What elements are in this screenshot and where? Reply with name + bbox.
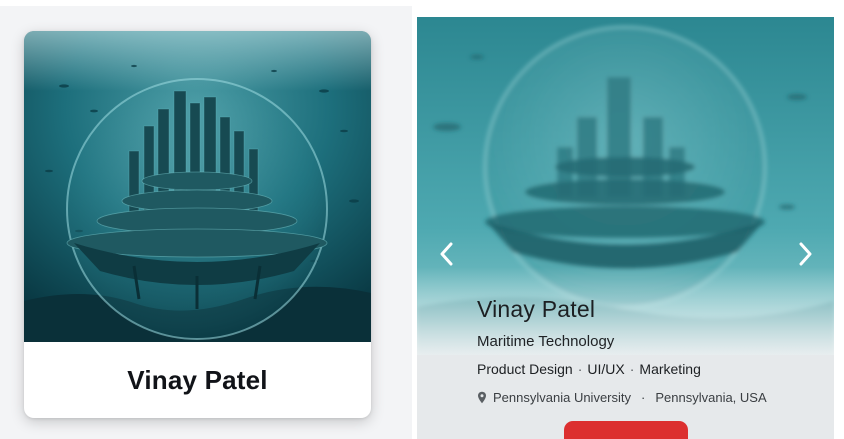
tag-ui-ux: UI/UX bbox=[587, 361, 625, 377]
profile-image bbox=[24, 31, 371, 342]
tag-separator: · bbox=[577, 361, 583, 377]
profile-location-row: Pennsylvania University · Pennsylvania, … bbox=[477, 390, 767, 405]
prev-arrow[interactable] bbox=[431, 237, 461, 271]
chevron-left-icon bbox=[440, 242, 453, 266]
location-separator: · bbox=[641, 390, 646, 405]
tag-product-design: Product Design bbox=[477, 361, 573, 377]
profile-hero: Vinay Patel Maritime Technology Product … bbox=[417, 17, 834, 439]
left-panel: Vinay Patel bbox=[0, 6, 412, 439]
profile-tags: Product Design · UI/UX · Marketing bbox=[477, 361, 701, 377]
chevron-right-icon bbox=[799, 242, 812, 266]
action-button[interactable] bbox=[564, 421, 688, 439]
profile-name: Vinay Patel bbox=[477, 296, 596, 322]
location-pin-icon bbox=[477, 391, 487, 404]
tag-marketing: Marketing bbox=[639, 361, 701, 377]
tag-separator: · bbox=[629, 361, 635, 377]
profile-university: Pennsylvania University bbox=[493, 390, 632, 405]
profile-field: Maritime Technology bbox=[477, 333, 615, 350]
profile-card[interactable]: Vinay Patel bbox=[24, 31, 371, 418]
card-name: Vinay Patel bbox=[127, 364, 268, 395]
profile-location: Pennsylvania, USA bbox=[655, 390, 767, 405]
next-arrow[interactable] bbox=[791, 237, 821, 271]
